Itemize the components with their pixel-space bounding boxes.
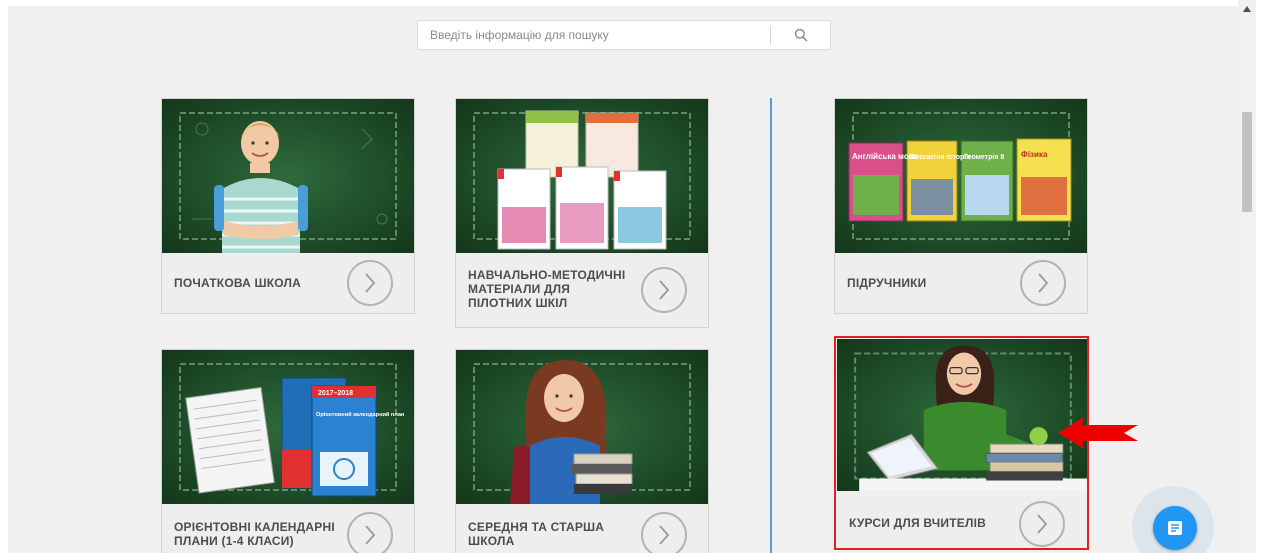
chevron-right-icon xyxy=(365,525,376,545)
card-primary-school[interactable]: ПОЧАТКОВА ШКОЛА xyxy=(161,98,415,314)
chevron-right-icon xyxy=(659,525,670,545)
card-textbooks[interactable]: Англійська мова Всесвітня історія Геомет… xyxy=(834,98,1088,314)
card-footer: НАВЧАЛЬНО-МЕТОДИЧНІ МАТЕРІАЛИ ДЛЯ ПІЛОТН… xyxy=(456,253,708,327)
search-icon xyxy=(794,28,808,42)
scroll-up-button[interactable] xyxy=(1238,2,1256,16)
chevron-right-icon xyxy=(1037,514,1048,534)
card-label: КУРСИ ДЛЯ ВЧИТЕЛІВ xyxy=(849,516,986,530)
card-arrow-button[interactable] xyxy=(347,512,393,553)
card-label: ПІДРУЧНИКИ xyxy=(847,276,927,290)
cover-year: 2017–2018 xyxy=(318,390,353,397)
card-label: НАВЧАЛЬНО-МЕТОДИЧНІ МАТЕРІАЛИ ДЛЯ ПІЛОТН… xyxy=(468,268,626,310)
chevron-right-icon xyxy=(365,273,376,293)
book-title-geometry: Геометрія 8 xyxy=(964,153,1004,161)
card-label: ПОЧАТКОВА ШКОЛА xyxy=(174,276,302,290)
book-title-english: Англійська мова xyxy=(852,152,919,161)
book-title-history: Всесвітня історія xyxy=(910,153,970,161)
card-arrow-button[interactable] xyxy=(641,267,687,313)
search-bar xyxy=(417,20,831,50)
teacher-laptop-image xyxy=(837,339,1087,491)
calendar-plans-image: 2017–2018 Орієнтовний календарний план xyxy=(162,350,414,504)
student-girl-image xyxy=(456,350,708,504)
chevron-right-icon xyxy=(659,280,670,300)
card-teacher-courses[interactable]: КУРСИ ДЛЯ ВЧИТЕЛІВ xyxy=(837,339,1087,547)
card-footer: ОРІЄНТОВНІ КАЛЕНДАРНІ ПЛАНИ (1-4 КЛАСИ) xyxy=(162,504,414,553)
methodical-books-image xyxy=(456,99,708,253)
section-divider xyxy=(770,98,772,553)
book-title-physics: Фізика xyxy=(1021,150,1048,159)
red-pointer-arrow xyxy=(1058,417,1138,449)
chat-button[interactable] xyxy=(1153,506,1197,550)
scroll-thumb[interactable] xyxy=(1242,112,1252,212)
card-footer: ПОЧАТКОВА ШКОЛА xyxy=(162,253,414,313)
card-footer: ПІДРУЧНИКИ xyxy=(835,253,1087,313)
chat-icon xyxy=(1168,521,1182,535)
textbooks-image: Англійська мова Всесвітня історія Геомет… xyxy=(835,99,1087,253)
card-footer: СЕРЕДНЯ ТА СТАРША ШКОЛА xyxy=(456,504,708,553)
search-input[interactable] xyxy=(418,21,770,49)
card-arrow-button[interactable] xyxy=(1020,260,1066,306)
card-methodical-materials[interactable]: НАВЧАЛЬНО-МЕТОДИЧНІ МАТЕРІАЛИ ДЛЯ ПІЛОТН… xyxy=(455,98,709,328)
card-arrow-button[interactable] xyxy=(1019,501,1065,547)
schoolboy-image xyxy=(162,99,414,253)
card-secondary-school[interactable]: СЕРЕДНЯ ТА СТАРША ШКОЛА xyxy=(455,349,709,553)
card-label: СЕРЕДНЯ ТА СТАРША ШКОЛА xyxy=(468,520,605,548)
card-footer: КУРСИ ДЛЯ ВЧИТЕЛІВ xyxy=(837,491,1087,547)
page: ПОЧАТКОВА ШКОЛА НАВЧАЛЬНО-МЕТОДИЧНІ МАТЕ… xyxy=(8,6,1256,553)
cover-title: Орієнтовний календарний план xyxy=(316,411,404,418)
chevron-right-icon xyxy=(1038,273,1049,293)
card-arrow-button[interactable] xyxy=(641,512,687,553)
scrollbar[interactable] xyxy=(1238,0,1256,553)
card-label: ОРІЄНТОВНІ КАЛЕНДАРНІ ПЛАНИ (1-4 КЛАСИ) xyxy=(174,520,335,548)
card-arrow-button[interactable] xyxy=(347,260,393,306)
triangle-up-icon xyxy=(1243,6,1251,12)
search-button[interactable] xyxy=(771,21,831,49)
card-calendar-plans[interactable]: 2017–2018 Орієнтовний календарний план О… xyxy=(161,349,415,553)
